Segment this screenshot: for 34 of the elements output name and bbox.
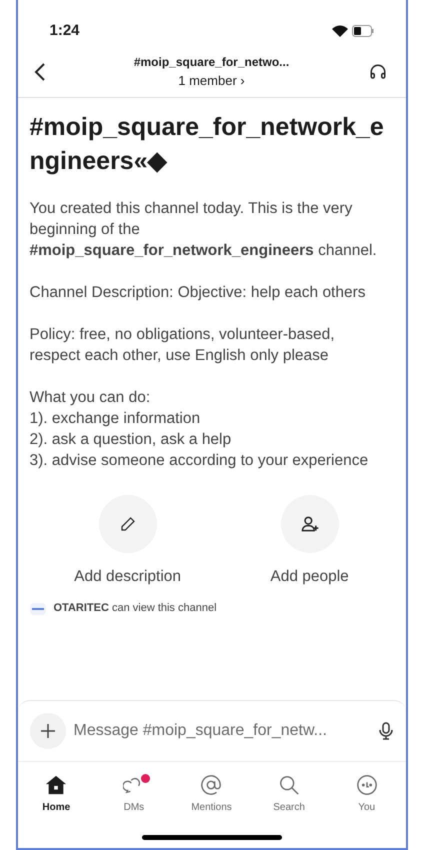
back-chevron-icon: [34, 62, 46, 82]
action-button[interactable]: Add people: [270, 495, 349, 588]
search-icon: [278, 774, 300, 796]
wifi-icon: [332, 25, 348, 37]
workspace-icon: [30, 602, 46, 614]
channel-heading: #moip_square_for_network_engineers«◆: [30, 112, 385, 177]
add-button[interactable]: [30, 713, 66, 749]
list-item: 3). advise someone according to your experience: [30, 451, 370, 471]
avatar-icon: [356, 774, 378, 796]
intro-paragraph: You created this channel today. This is the very beginning of the #moip_square_for_network_engineers channel.: [30, 199, 378, 261]
pencil-icon: [120, 516, 136, 532]
status-time: 1:24: [50, 20, 80, 41]
home-icon: [45, 774, 68, 796]
tab-bar-item[interactable]: Search: [257, 774, 322, 815]
at-sign-icon: [200, 774, 222, 796]
microphone-icon: [378, 722, 394, 740]
intro-paragraph: Policy: free, no obligations, volunteer-based, respect each other, use English only please: [30, 325, 336, 366]
list-heading: What you can do:: [30, 388, 152, 408]
intro-paragraph: Channel Description: Objective: help each others: [30, 283, 367, 303]
headphones-icon: [368, 62, 386, 80]
plus-icon: [40, 724, 54, 738]
tab-bar-item[interactable]: You: [334, 774, 399, 815]
list-item: 1). exchange information: [30, 409, 202, 429]
list-item: 2). ask a question, ask a help: [30, 430, 232, 450]
tab-bar-item[interactable]: DMs: [102, 774, 166, 815]
tab-bar-item[interactable]: Mentions: [179, 774, 244, 815]
visibility-note: OTARITEC can view this channel: [54, 601, 217, 616]
tab-bar-item[interactable]: Home: [24, 774, 88, 815]
channel-title: #moip_square_for_netwo...: [134, 54, 290, 71]
battery-icon: [352, 25, 374, 37]
member-count-link[interactable]: 1 member ›: [178, 70, 245, 90]
message-field[interactable]: Message #moip_square_for_netw...: [74, 719, 370, 743]
action-button[interactable]: Add description: [74, 495, 182, 588]
add-person-icon: [300, 514, 320, 534]
